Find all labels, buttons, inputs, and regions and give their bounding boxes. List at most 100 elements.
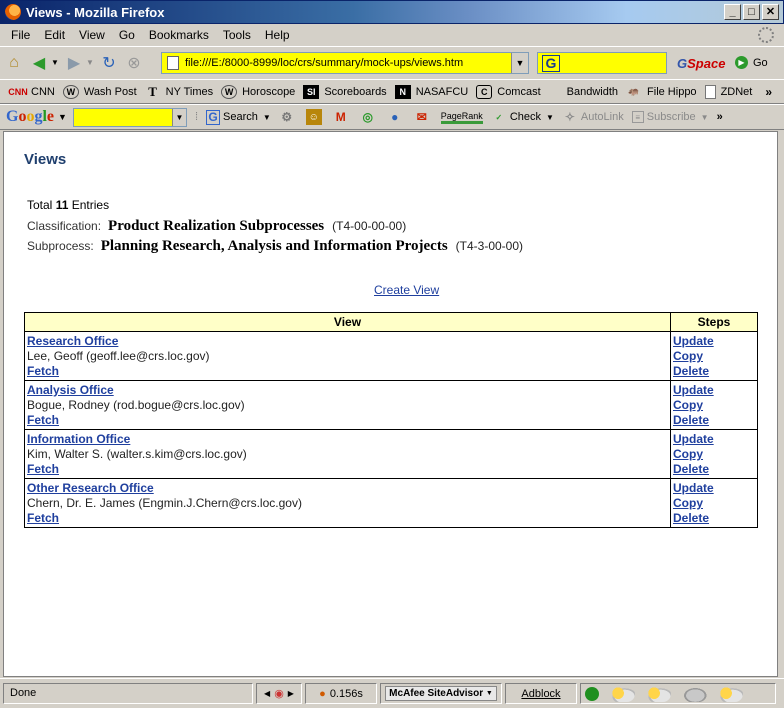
bookmark-label: NY Times	[165, 85, 214, 98]
menu-help[interactable]: Help	[258, 28, 297, 42]
menu-tools[interactable]: Tools	[216, 28, 258, 42]
right-arrow-icon[interactable]: ▶	[288, 689, 294, 698]
google-search-input[interactable]: ▼	[72, 107, 187, 127]
image-icon[interactable]: ☺	[305, 109, 325, 125]
weather-partly-cloudy-icon[interactable]	[717, 685, 743, 702]
picasa-icon[interactable]: ◎	[360, 109, 379, 125]
weather-partly-cloudy-icon[interactable]	[645, 685, 671, 702]
weather-partly-cloudy-icon[interactable]	[609, 685, 635, 702]
search-bar[interactable]: G	[537, 52, 667, 74]
back-button[interactable]: ◀	[28, 52, 50, 74]
url-text[interactable]: file:///E:/8000-8999/loc/crs/summary/moc…	[185, 57, 463, 69]
compass-icon[interactable]: ◉	[274, 687, 284, 700]
home-icon[interactable]: ⌂	[3, 52, 25, 74]
summary-info: Total 11 Entries Classification: Product…	[27, 198, 523, 258]
steps-cell: Update Copy Delete	[670, 478, 758, 528]
adblock-button[interactable]: Adblock	[521, 688, 560, 700]
bookmark-cnn[interactable]: CNN CNN	[8, 85, 55, 99]
url-bar[interactable]: file:///E:/8000-8999/loc/crs/summary/moc…	[161, 52, 529, 74]
view-name-link[interactable]: Other Research Office	[27, 481, 668, 496]
classification-label: Classification:	[27, 219, 102, 233]
reload-icon[interactable]: ↻	[98, 52, 120, 74]
back-dropdown-icon[interactable]: ▼	[50, 52, 60, 74]
fetch-link[interactable]: Fetch	[27, 462, 668, 477]
create-view-link[interactable]: Create View	[374, 283, 439, 297]
menu-view[interactable]: View	[72, 28, 112, 42]
subscribe-dropdown-icon[interactable]: ▼	[701, 113, 709, 122]
subscribe-button[interactable]: ≡ Subscribe ▼	[631, 111, 709, 123]
bookmark-label: CNN	[31, 85, 55, 98]
forward-dropdown-icon[interactable]: ▼	[85, 52, 95, 74]
google-logo[interactable]: Google	[6, 108, 54, 126]
bookmark-horoscope[interactable]: W Horoscope	[221, 84, 295, 99]
subprocess-label: Subprocess:	[27, 239, 94, 253]
chevron-more-icon[interactable]: »	[765, 85, 772, 99]
forward-button[interactable]: ▶	[63, 52, 85, 74]
go-button[interactable]: ▶ Go	[735, 56, 768, 69]
mcafee-siteadvisor-button[interactable]: McAfee SiteAdvisor ▼	[385, 686, 497, 701]
spell-check-button[interactable]: ✓ Check ▼	[491, 109, 554, 125]
filehippo-icon: 🦛	[628, 86, 640, 96]
view-owner: Bogue, Rodney (rod.bogue@crs.loc.gov)	[27, 398, 245, 412]
fetch-link[interactable]: Fetch	[27, 511, 668, 526]
bookmark-filehippo[interactable]: 🦛 File Hippo	[626, 85, 697, 99]
view-name-link[interactable]: Analysis Office	[27, 383, 668, 398]
bookmark-label: File Hippo	[647, 85, 697, 98]
copy-link[interactable]: Copy	[673, 349, 755, 364]
gspace-button[interactable]: GSpace	[677, 56, 725, 71]
view-cell: Information Office Kim, Walter S. (walte…	[24, 429, 671, 479]
fetch-link[interactable]: Fetch	[27, 364, 668, 379]
delete-link[interactable]: Delete	[673, 511, 755, 526]
left-arrow-icon[interactable]: ◀	[264, 689, 270, 698]
gmail-icon[interactable]: M	[333, 109, 352, 125]
bookmark-nytimes[interactable]: T NY Times	[145, 83, 214, 99]
chevron-more-icon[interactable]: »	[717, 111, 723, 123]
search-dropdown-icon[interactable]: ▼	[263, 113, 271, 122]
check-dropdown-icon[interactable]: ▼	[546, 113, 554, 122]
menu-bookmarks[interactable]: Bookmarks	[142, 28, 216, 42]
copy-link[interactable]: Copy	[673, 398, 755, 413]
menu-file[interactable]: File	[4, 28, 37, 42]
earth-icon[interactable]: ●	[387, 109, 406, 125]
copy-link[interactable]: Copy	[673, 447, 755, 462]
maximize-button[interactable]: □	[743, 4, 760, 20]
update-link[interactable]: Update	[673, 432, 755, 447]
url-dropdown-icon[interactable]: ▼	[511, 53, 528, 73]
network-status-icon[interactable]	[585, 686, 599, 701]
bookmark-washpost[interactable]: W Wash Post	[62, 84, 137, 99]
bookmark-zdnet[interactable]: ZDNet	[704, 84, 752, 99]
google-menu-dropdown-icon[interactable]: ▼	[58, 112, 67, 122]
minimize-button[interactable]: _	[724, 4, 741, 20]
autolink-button[interactable]: ✧ AutoLink	[562, 109, 624, 125]
view-name-link[interactable]: Research Office	[27, 334, 668, 349]
delete-link[interactable]: Delete	[673, 413, 755, 428]
delete-link[interactable]: Delete	[673, 364, 755, 379]
nytimes-icon: T	[148, 83, 157, 99]
copy-link[interactable]: Copy	[673, 496, 755, 511]
delete-link[interactable]: Delete	[673, 462, 755, 477]
google-g-icon: G	[206, 109, 220, 125]
popup-blocker-icon[interactable]: ✉	[414, 109, 433, 125]
weather-cloudy-icon[interactable]	[681, 685, 707, 702]
google-search-button[interactable]: G Search ▼	[206, 109, 271, 125]
bookmark-nasafcu[interactable]: N NASAFCU	[394, 84, 468, 99]
fetch-link[interactable]: Fetch	[27, 413, 668, 428]
menu-go[interactable]: Go	[112, 28, 142, 42]
update-link[interactable]: Update	[673, 334, 755, 349]
bookmark-bandwidth[interactable]: Bandwidth	[567, 86, 618, 98]
close-button[interactable]: ✕	[762, 4, 779, 20]
stop-icon[interactable]: ⊗	[123, 52, 145, 74]
update-link[interactable]: Update	[673, 383, 755, 398]
bookmark-scoreboards[interactable]: SI Scoreboards	[303, 84, 387, 99]
fasterfox-icon[interactable]: ●	[319, 688, 326, 700]
view-cell: Research Office Lee, Geoff (geoff.lee@cr…	[24, 331, 671, 381]
view-name-link[interactable]: Information Office	[27, 432, 668, 447]
update-link[interactable]: Update	[673, 481, 755, 496]
status-bar: Done ◀ ◉ ▶ ● 0.156s McAfee SiteAdvisor ▼…	[0, 678, 784, 708]
view-owner: Kim, Walter S. (walter.s.kim@crs.loc.gov…	[27, 447, 247, 461]
google-search-icon[interactable]: G	[542, 54, 560, 72]
bookmark-comcast[interactable]: C Comcast	[476, 84, 541, 99]
news-icon[interactable]: ⚙	[279, 109, 298, 125]
google-input-dropdown-icon[interactable]: ▼	[171, 108, 186, 126]
menu-edit[interactable]: Edit	[37, 28, 72, 42]
